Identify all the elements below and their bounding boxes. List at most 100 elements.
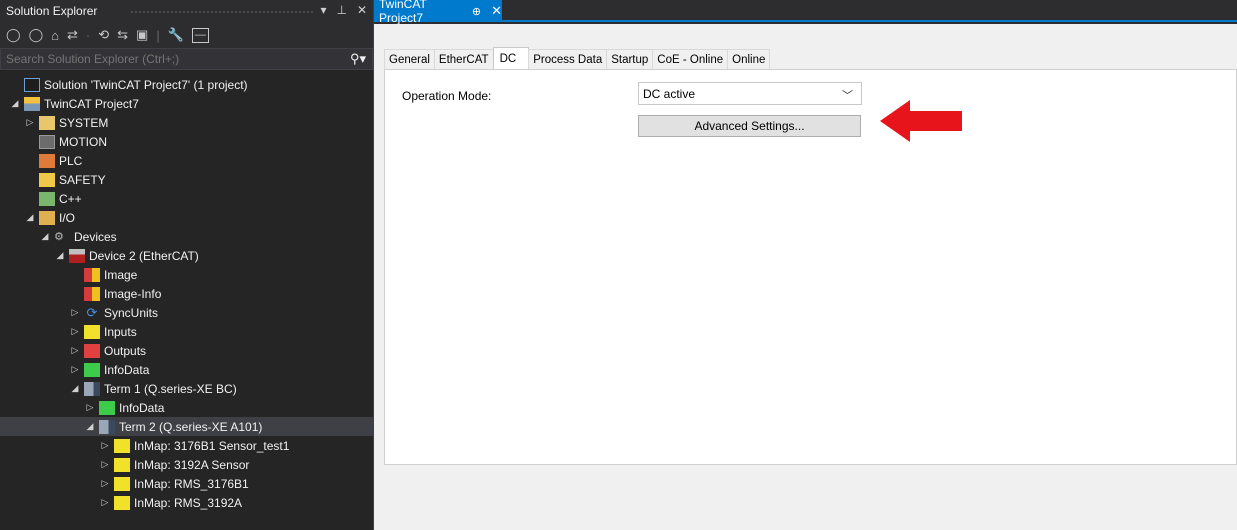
tree-item-label: Solution 'TwinCAT Project7' (1 project) <box>44 77 248 92</box>
expanded-toggle-icon[interactable]: ◢ <box>38 231 52 242</box>
collapsed-toggle-icon[interactable]: ▷ <box>68 326 82 337</box>
tree-item-label: Devices <box>74 229 117 244</box>
tree-item-label: I/O <box>59 210 76 225</box>
safety-icon <box>39 172 55 187</box>
tree-item[interactable]: ◢ ⚙ Devices <box>0 227 373 246</box>
tree-item-label: InMap: RMS_3192A <box>134 495 243 510</box>
tree-item[interactable]: ▷ InfoData <box>0 360 373 379</box>
toolbar-separator: | <box>156 27 160 43</box>
solution-tree: Solution 'TwinCAT Project7' (1 project) ◢… <box>0 73 373 512</box>
tree-item-label: Term 1 (Q.series-XE BC) <box>104 381 237 396</box>
tree-item[interactable]: ▷ Inputs <box>0 322 373 341</box>
infodata-icon <box>84 362 100 377</box>
solution-explorer-panel: Solution Explorer ▾ ⊥ ✕ ◯ ◯ ⌂ ⇄ · ⟲ ⇆ ▣ … <box>0 0 374 530</box>
expanded-toggle-icon[interactable]: ◢ <box>8 98 22 109</box>
tree-item-label: InMap: 3192A Sensor <box>134 457 250 472</box>
io-icon <box>39 210 55 225</box>
tree-item-label: SYSTEM <box>59 115 109 130</box>
tree-item[interactable]: ▷ InMap: 3192A Sensor <box>0 455 373 474</box>
terminal-icon <box>84 381 100 396</box>
chevron-down-icon: ﹀ <box>842 90 853 102</box>
tree-item-label: Image-Info <box>104 286 162 301</box>
preview-icon[interactable]: — <box>191 27 209 43</box>
close-icon[interactable]: ✕ <box>491 3 502 19</box>
search-icon[interactable]: ⚲▾ <box>350 51 366 67</box>
history-icon[interactable]: ⟲ <box>98 27 109 43</box>
inputs-icon <box>114 457 130 472</box>
collapsed-toggle-icon[interactable]: ▷ <box>23 117 37 128</box>
outputs-icon <box>84 343 100 358</box>
operation-mode-label: Operation Mode: <box>402 89 492 103</box>
inputs-icon <box>114 495 130 510</box>
tree-item[interactable]: ▷ SYSTEM <box>0 113 373 132</box>
expanded-toggle-icon[interactable]: ◢ <box>53 250 67 261</box>
motion-icon <box>39 134 55 149</box>
app-window: Solution Explorer ▾ ⊥ ✕ ◯ ◯ ⌂ ⇄ · ⟲ ⇆ ▣ … <box>0 0 1237 530</box>
document-tab-title: TwinCAT Project7 <box>379 0 427 25</box>
advanced-settings-button[interactable]: Advanced Settings... <box>638 115 861 137</box>
tree-item[interactable]: ▷ ⟳ SyncUnits <box>0 303 373 322</box>
tab-dc[interactable]: DC <box>492 47 530 69</box>
tree-item-label: TwinCAT Project7 <box>44 96 139 111</box>
collapsed-toggle-icon[interactable]: ▷ <box>68 364 82 375</box>
tree-item[interactable]: Solution 'TwinCAT Project7' (1 project) <box>0 75 373 94</box>
collapse-icon[interactable]: ⇆ <box>117 27 128 43</box>
tree-item[interactable]: C++ <box>0 189 373 208</box>
document-tab-twincat-project7[interactable]: TwinCAT Project7 ⊕ ✕ <box>374 0 502 25</box>
tree-item[interactable]: ▷ InMap: RMS_3176B1 <box>0 474 373 493</box>
tree-item[interactable]: ▷ InMap: 3176B1 Sensor_test1 <box>0 436 373 455</box>
tab-ethercat[interactable]: EtherCAT <box>433 49 494 69</box>
tree-item[interactable]: ▷ InfoData <box>0 398 373 417</box>
tree-item[interactable]: ▷ InMap: RMS_3192A <box>0 493 373 512</box>
tree-item-label: PLC <box>59 153 83 168</box>
window-position-dropdown-icon[interactable]: ▾ <box>320 3 326 17</box>
operation-mode-select[interactable]: DC active ﹀ <box>638 82 862 105</box>
tree-item[interactable]: ◢ I/O <box>0 208 373 227</box>
tree-item[interactable]: PLC <box>0 151 373 170</box>
properties-icon[interactable]: ▣ <box>136 27 148 43</box>
tree-item[interactable]: ◢ TwinCAT Project7 <box>0 94 373 113</box>
close-icon[interactable]: ✕ <box>357 3 367 17</box>
solution-icon <box>24 77 40 92</box>
home-icon[interactable]: ⌂ <box>51 28 59 43</box>
infodata-icon <box>99 400 115 415</box>
toolbar-separator: · <box>85 27 91 43</box>
tree-item[interactable]: ◢ Term 1 (Q.series-XE BC) <box>0 379 373 398</box>
tab-startup[interactable]: Startup <box>606 49 654 69</box>
collapsed-toggle-icon[interactable]: ▷ <box>83 402 97 413</box>
solution-explorer-title: Solution Explorer <box>6 4 98 18</box>
collapsed-toggle-icon[interactable]: ▷ <box>98 497 112 508</box>
wrench-icon[interactable]: 🔧 <box>168 27 184 43</box>
tab-process-data[interactable]: Process Data <box>528 49 608 69</box>
system-icon <box>39 115 55 130</box>
collapsed-toggle-icon[interactable]: ▷ <box>98 459 112 470</box>
tree-item-label: InfoData <box>104 362 150 377</box>
expanded-toggle-icon[interactable]: ◢ <box>23 212 37 223</box>
tree-item[interactable]: Image-Info <box>0 284 373 303</box>
project-icon <box>24 96 40 111</box>
tree-item[interactable]: MOTION <box>0 132 373 151</box>
search-input[interactable] <box>6 52 306 66</box>
pin-icon[interactable]: ⊕ <box>472 5 481 18</box>
devices-icon: ⚙ <box>54 230 64 243</box>
tab-coe-online[interactable]: CoE - Online <box>652 49 729 69</box>
tree-item[interactable]: ◢ Term 2 (Q.series-XE A101) <box>0 417 373 436</box>
tab-online[interactable]: Online <box>727 49 771 69</box>
back-icon[interactable]: ◯ <box>6 27 21 43</box>
forward-icon[interactable]: ◯ <box>29 27 44 43</box>
tree-item[interactable]: SAFETY <box>0 170 373 189</box>
collapsed-toggle-icon[interactable]: ▷ <box>98 440 112 451</box>
tab-general[interactable]: General <box>384 49 435 69</box>
expanded-toggle-icon[interactable]: ◢ <box>68 383 82 394</box>
expanded-toggle-icon[interactable]: ◢ <box>83 421 97 432</box>
sync-icon[interactable]: ⇄ <box>67 27 78 43</box>
collapsed-toggle-icon[interactable]: ▷ <box>68 345 82 356</box>
tree-item[interactable]: Image <box>0 265 373 284</box>
auto-hide-pin-icon[interactable]: ⊥ <box>336 3 346 17</box>
collapsed-toggle-icon[interactable]: ▷ <box>98 478 112 489</box>
tree-item[interactable]: ▷ Outputs <box>0 341 373 360</box>
image-icon <box>84 267 100 282</box>
collapsed-toggle-icon[interactable]: ▷ <box>68 307 82 318</box>
tree-item[interactable]: ◢ Device 2 (EtherCAT) <box>0 246 373 265</box>
tree-item-label: InMap: 3176B1 Sensor_test1 <box>134 438 290 453</box>
